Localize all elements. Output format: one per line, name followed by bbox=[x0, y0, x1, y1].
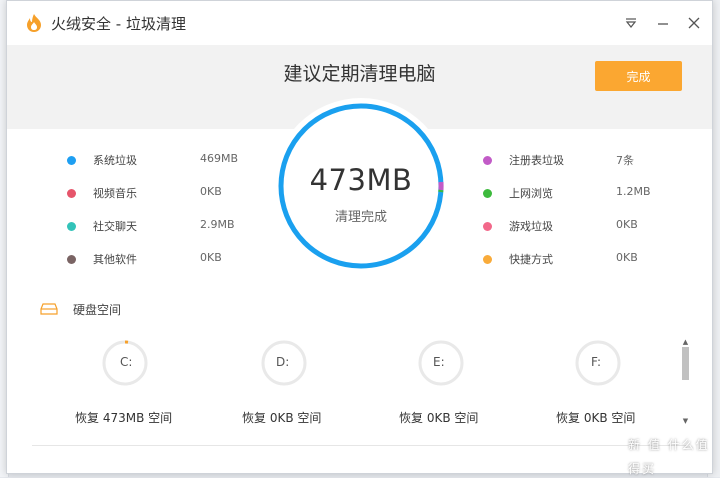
huorong-logo-icon bbox=[27, 14, 41, 32]
category-dot-icon bbox=[67, 189, 76, 198]
drive-recovered-text: 恢复 473MB 空间 bbox=[75, 411, 173, 425]
category-social-chat: 社交聊天 2.9MB bbox=[67, 218, 267, 236]
drive-letter: E: bbox=[433, 355, 445, 369]
category-dot-icon bbox=[67, 222, 76, 231]
done-button[interactable]: 完成 bbox=[595, 61, 682, 91]
cleanup-status: 清理完成 bbox=[334, 210, 387, 225]
category-shortcuts: 快捷方式 0KB bbox=[483, 251, 683, 269]
category-game-junk: 游戏垃圾 0KB bbox=[483, 218, 683, 236]
disk-space-title: 硬盘空间 bbox=[73, 303, 122, 317]
drive-letter: F: bbox=[591, 355, 602, 369]
cleanup-window: 火绒安全 - 垃圾清理 建议定期清理电脑 完成 473MB 清理完成 系统垃圾 … bbox=[6, 0, 713, 474]
close-icon[interactable] bbox=[683, 12, 705, 34]
category-system-junk: 系统垃圾 469MB bbox=[67, 152, 267, 170]
divider bbox=[32, 445, 687, 446]
window-title: 火绒安全 - 垃圾清理 bbox=[51, 15, 186, 33]
category-registry-junk: 注册表垃圾 7条 bbox=[483, 152, 683, 170]
drive-letter: D: bbox=[276, 355, 290, 369]
total-cleaned-size: 473MB bbox=[309, 163, 413, 197]
category-dot-icon bbox=[483, 156, 492, 165]
drive-list-scrollbar[interactable]: ▲ ▼ bbox=[681, 339, 690, 429]
category-dot-icon bbox=[483, 189, 492, 198]
category-video-music: 视频音乐 0KB bbox=[67, 185, 267, 203]
drive-recovered-text: 恢复 0KB 空间 bbox=[399, 411, 479, 425]
category-other-software: 其他软件 0KB bbox=[67, 251, 267, 269]
minimize-icon[interactable] bbox=[652, 12, 674, 34]
category-dot-icon bbox=[483, 255, 492, 264]
drive-e: E: 恢复 0KB 空间 bbox=[397, 339, 557, 429]
drive-recovered-text: 恢复 0KB 空间 bbox=[242, 411, 322, 425]
scroll-up-arrow-icon[interactable]: ▲ bbox=[681, 339, 690, 346]
category-web-browsing: 上网浏览 1.2MB bbox=[483, 185, 683, 203]
drive-d: D: 恢复 0KB 空间 bbox=[240, 339, 400, 429]
hard-disk-icon bbox=[40, 303, 58, 315]
category-dot-icon bbox=[483, 222, 492, 231]
scrollbar-thumb[interactable] bbox=[682, 347, 689, 380]
title-bar[interactable]: 火绒安全 - 垃圾清理 bbox=[7, 1, 712, 45]
cleanup-summary-ring: 473MB 清理完成 bbox=[271, 96, 451, 276]
drive-c: C: 恢复 473MB 空间 bbox=[73, 339, 233, 429]
category-dot-icon bbox=[67, 156, 76, 165]
category-dot-icon bbox=[67, 255, 76, 264]
site-watermark: 新 值 什么值得买 bbox=[628, 438, 710, 476]
dropdown-menu-icon[interactable] bbox=[620, 12, 642, 34]
drive-letter: C: bbox=[120, 355, 133, 369]
drive-recovered-text: 恢复 0KB 空间 bbox=[556, 411, 636, 425]
scroll-down-arrow-icon[interactable]: ▼ bbox=[681, 417, 690, 425]
